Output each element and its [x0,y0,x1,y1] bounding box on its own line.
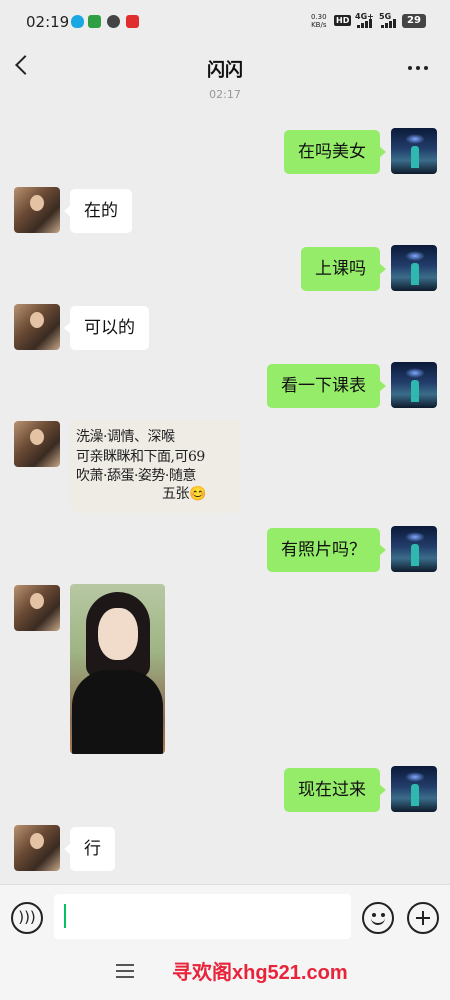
chat-timestamp: 02:17 [209,88,241,101]
wechat-icon [88,15,101,28]
note-image-message[interactable]: 洗澡·调情、深喉 可亲眯眯和下面,可69 吹萧·舔蛋·姿势·随意 五张😊 [70,420,240,513]
status-bar: 02:19 0.30 KB/s HD 4G+ 5G 29 [0,0,450,44]
avatar[interactable] [14,825,60,871]
avatar[interactable] [391,128,437,174]
avatar[interactable] [14,187,60,233]
hd-icon: HD [334,15,352,26]
signal-icon-2 [381,19,396,28]
message-bubble[interactable]: 在的 [64,189,132,233]
avatar[interactable] [391,766,437,812]
bottom-nav: 寻欢阁xhg521.com [0,946,450,1000]
chat-app-icon [107,15,120,28]
watermark: 寻欢阁xhg521.com [172,962,348,984]
message-bubble[interactable]: 行 [64,827,115,871]
battery-icon: 29 [402,14,426,28]
photo-message[interactable] [70,584,165,754]
page-title: 闪闪 [207,60,243,81]
message-bubble[interactable]: 上课吗 [301,247,386,291]
avatar[interactable] [14,304,60,350]
voice-icon[interactable]: ))) [11,902,43,934]
message-bubble[interactable]: 看一下课表 [267,364,386,408]
emoji-icon[interactable] [362,902,394,934]
qq-icon [71,15,84,28]
avatar[interactable] [14,585,60,631]
more-icon[interactable] [408,66,428,70]
message-input[interactable] [54,894,351,939]
note-line: 可亲眯眯和下面,可69 [76,449,205,465]
note-line: 洗澡·调情、深喉 [76,429,175,445]
avatar[interactable] [391,526,437,572]
message-bubble[interactable]: 可以的 [64,306,149,350]
avatar[interactable] [391,362,437,408]
avatar[interactable] [391,245,437,291]
menu-icon[interactable] [116,964,134,978]
status-time: 02:19 [26,13,70,31]
message-bubble[interactable]: 现在过来 [284,768,386,812]
note-line: 吹萧·舔蛋·姿势·随意 [76,468,196,484]
input-bar: ))) [0,884,450,946]
message-bubble[interactable]: 在吗美女 [284,130,386,174]
chat-header: 闪闪 [0,44,450,92]
message-bubble[interactable]: 有照片吗？ [267,528,386,572]
text-cursor [64,904,66,928]
signal-icon [357,19,372,28]
note-line: 五张😊 [162,486,206,502]
plus-icon[interactable] [407,902,439,934]
avatar[interactable] [14,421,60,467]
notification-icon [126,15,139,28]
network-speed: 0.30 KB/s [311,13,327,29]
